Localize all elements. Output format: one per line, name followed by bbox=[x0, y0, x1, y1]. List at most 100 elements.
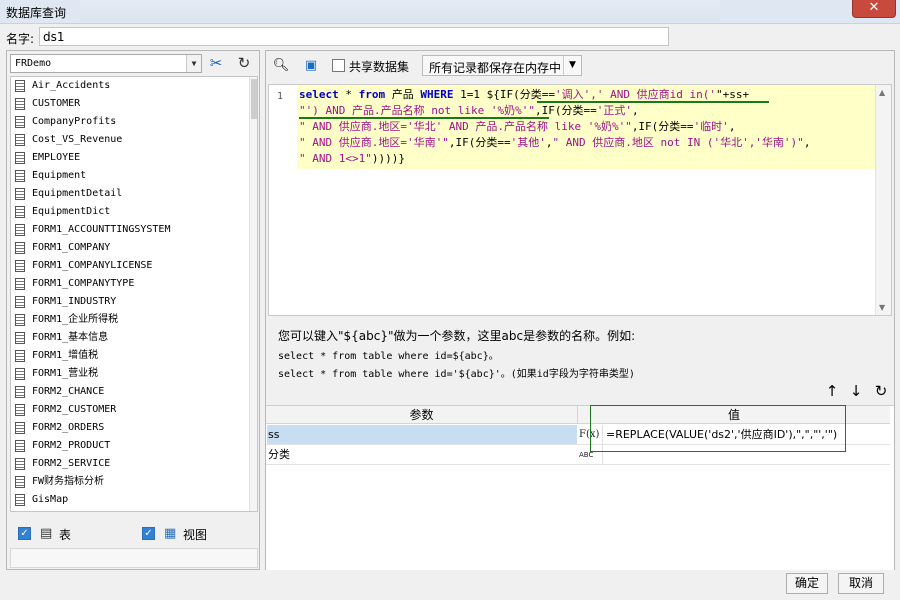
table-name: FORM2_PRODUCT bbox=[32, 440, 111, 451]
scroll-down-icon[interactable]: ▼ bbox=[879, 303, 885, 312]
preview-icon[interactable]: 🔍︎ bbox=[270, 55, 292, 77]
help-line-3: select * from table where id='${abc}'。(如… bbox=[278, 369, 635, 380]
view-icon: ▦ bbox=[164, 526, 177, 541]
chevron-down-icon[interactable]: ▼ bbox=[186, 55, 201, 72]
chevron-down-icon[interactable]: ▼ bbox=[563, 56, 581, 75]
help-line-1: 您可以键入"${abc}"做为一个参数，这里abc是参数的名称。例如: bbox=[278, 329, 636, 343]
table-list: Air_Accidents CUSTOMER CompanyProfits Cost_… bbox=[10, 76, 258, 512]
table-list-item[interactable]: EquipmentDict bbox=[11, 203, 257, 221]
table-name: FW财务指标分析 bbox=[32, 476, 105, 487]
save-icon[interactable]: ▣ bbox=[300, 55, 322, 77]
ok-button[interactable]: 确定 bbox=[786, 573, 828, 594]
name-row: 名字: bbox=[0, 24, 900, 50]
cancel-button[interactable]: 取消 bbox=[838, 573, 884, 594]
table-list-item[interactable]: FORM1_COMPANYTYPE bbox=[11, 275, 257, 293]
table-list-item[interactable]: FORM2_PRODUCT bbox=[11, 437, 257, 455]
table-icon bbox=[15, 134, 25, 146]
table-name: EquipmentDict bbox=[32, 206, 111, 217]
annotation-underline-1 bbox=[537, 101, 769, 103]
table-list-item[interactable]: CompanyProfits bbox=[11, 113, 257, 131]
refresh-params-icon[interactable]: ↻ bbox=[871, 381, 891, 401]
name-input[interactable] bbox=[39, 27, 669, 46]
view-option-label: 视图 bbox=[183, 528, 208, 542]
table-icon bbox=[15, 314, 25, 326]
table-name: FORM1_COMPANYTYPE bbox=[32, 278, 135, 289]
param-name: 分类 bbox=[268, 448, 290, 461]
datasource-value: FRDemo bbox=[15, 58, 52, 69]
table-checkbox[interactable]: ✓ bbox=[18, 527, 31, 540]
table-list-item[interactable]: FORM1_增值税 bbox=[11, 347, 257, 365]
table-list-item[interactable]: FORM1_INDUSTRY bbox=[11, 293, 257, 311]
refresh-icon[interactable]: ↻ bbox=[233, 53, 255, 73]
table-list-item[interactable]: CUSTOMER bbox=[11, 95, 257, 113]
table-name: EMPLOYEE bbox=[32, 152, 81, 163]
table-icon bbox=[15, 458, 25, 470]
window-title: 数据库查询 bbox=[6, 6, 67, 20]
table-list-item[interactable]: FORM1_ACCOUNTTINGSYSTEM bbox=[11, 221, 257, 239]
table-list-item[interactable]: GisMap bbox=[11, 491, 257, 509]
table-list-item[interactable]: Air_Accidents bbox=[11, 77, 257, 95]
table-list-item[interactable]: Equipment bbox=[11, 167, 257, 185]
table-icon bbox=[15, 422, 25, 434]
table-icon bbox=[15, 386, 25, 398]
view-checkbox[interactable]: ✓ bbox=[142, 527, 155, 540]
table-name: CUSTOMER bbox=[32, 98, 81, 109]
table-name: FORM1_基本信息 bbox=[32, 332, 109, 343]
table-list-item[interactable]: FORM1_营业税 bbox=[11, 365, 257, 383]
table-list-item[interactable]: FORM1_COMPANYLICENSE bbox=[11, 257, 257, 275]
annotation-box bbox=[590, 405, 846, 452]
arrow-down-icon[interactable]: ↓ bbox=[846, 381, 866, 401]
table-name: FORM2_CUSTOMER bbox=[32, 404, 117, 415]
arrow-up-icon[interactable]: ↑ bbox=[822, 381, 842, 401]
table-icon bbox=[15, 368, 25, 380]
table-list-item[interactable]: EMPLOYEE bbox=[11, 149, 257, 167]
table-icon bbox=[15, 242, 25, 254]
help-line-2: select * from table where id=${abc}。 bbox=[278, 351, 499, 362]
sql-editor[interactable]: 1 select * from 产品 WHERE 1=1 ${IF(分类=='调… bbox=[268, 84, 892, 316]
tools-icon[interactable]: ✂ bbox=[205, 53, 227, 73]
table-list-item[interactable]: FORM2_CUSTOMER bbox=[11, 401, 257, 419]
scroll-up-icon[interactable]: ▲ bbox=[879, 88, 885, 97]
table-icon bbox=[15, 404, 25, 416]
table-name: FORM1_营业税 bbox=[32, 368, 99, 379]
table-icon bbox=[15, 332, 25, 344]
table-option-label: 表 bbox=[59, 528, 72, 542]
param-header-name: 参数 bbox=[266, 406, 578, 424]
table-list-item[interactable]: FORM1_企业所得税 bbox=[11, 311, 257, 329]
sql-line-5: " AND 1<>1"))))} bbox=[299, 152, 405, 165]
table-icon bbox=[15, 494, 25, 506]
table-name: FORM2_SERVICE bbox=[32, 458, 111, 469]
table-list-item[interactable]: FW财务指标分析 bbox=[11, 473, 257, 491]
table-name: GisMap bbox=[32, 494, 69, 505]
table-icon bbox=[15, 116, 25, 128]
table-list-item[interactable]: FORM1_基本信息 bbox=[11, 329, 257, 347]
sql-toolbar: 🔍︎ ▣ 共享数据集 所有记录都保存在内存中 ▼ bbox=[266, 51, 894, 81]
table-list-item[interactable]: FORM1_COMPANY bbox=[11, 239, 257, 257]
table-icon bbox=[15, 224, 25, 236]
table-name: Air_Accidents bbox=[32, 80, 111, 91]
sql-code[interactable]: select * from 产品 WHERE 1=1 ${IF(分类=='调入'… bbox=[297, 85, 877, 169]
table-icon bbox=[15, 296, 25, 308]
table-list-item[interactable]: FORM2_SERVICE bbox=[11, 455, 257, 473]
table-list-item[interactable]: FORM2_ORDERS bbox=[11, 419, 257, 437]
table-name: FORM2_CHANCE bbox=[32, 386, 105, 397]
table-name: FORM1_COMPANY bbox=[32, 242, 111, 253]
share-dataset-checkbox[interactable] bbox=[332, 59, 345, 72]
table-list-item[interactable]: EquipmentDetail bbox=[11, 185, 257, 203]
table-list-item[interactable]: FORM2_CHANCE bbox=[11, 383, 257, 401]
datasource-select[interactable]: FRDemo ▼ bbox=[10, 54, 202, 73]
memory-mode-select[interactable]: 所有记录都保存在内存中 ▼ bbox=[422, 55, 582, 76]
table-list-item[interactable]: Cost_VS_Revenue bbox=[11, 131, 257, 149]
table-icon bbox=[15, 350, 25, 362]
table-icon bbox=[15, 170, 25, 182]
table-name: FORM2_ORDERS bbox=[32, 422, 105, 433]
background-window-tabs bbox=[80, 0, 720, 22]
table-filter-input[interactable] bbox=[10, 548, 258, 568]
help-text: 您可以键入"${abc}"做为一个参数，这里abc是参数的名称。例如: sele… bbox=[278, 327, 888, 383]
table-icon bbox=[15, 260, 25, 272]
sql-editor-scrollbar[interactable]: ▲ ▼ bbox=[875, 85, 891, 315]
table-name: EquipmentDetail bbox=[32, 188, 123, 199]
table-icon bbox=[15, 80, 25, 92]
table-name: CompanyProfits bbox=[32, 116, 117, 127]
close-button[interactable]: ✕ bbox=[852, 0, 896, 18]
